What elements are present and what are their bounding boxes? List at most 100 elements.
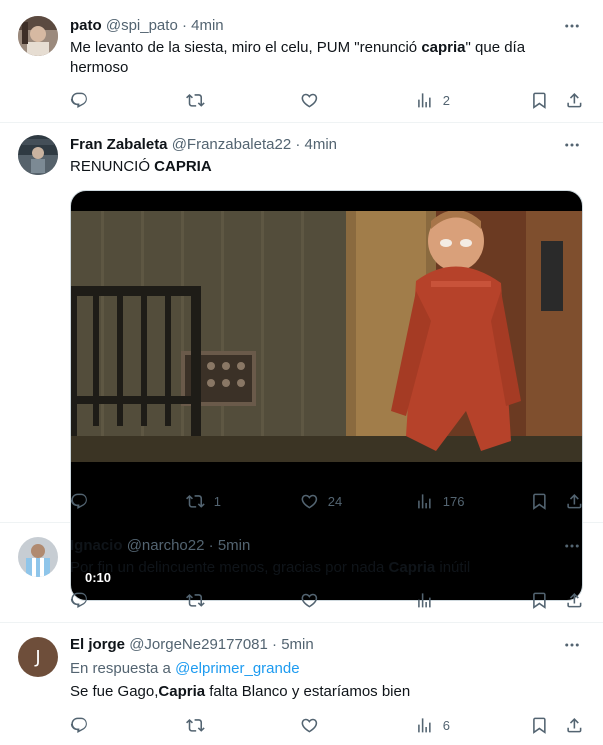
bookmark-icon xyxy=(533,92,546,109)
heart-icon xyxy=(301,93,318,108)
retweet-icon xyxy=(186,718,205,732)
tweet-text: Por fin un delincuente menos, gracias po… xyxy=(70,558,575,578)
tweet[interactable]: pato @spi_pato · 4min Me levanto de la s… xyxy=(0,0,603,123)
display-name[interactable]: Fran Zabaleta xyxy=(70,136,168,153)
reply-icon xyxy=(70,493,87,509)
share-button[interactable] xyxy=(565,715,584,735)
tweet[interactable]: Fran Zabaleta @Franzabaleta22 · 4min REN… xyxy=(0,123,603,601)
bookmark-button[interactable] xyxy=(530,90,549,110)
reply-icon xyxy=(70,92,87,108)
tweet-text: Se fue Gago,Capria falta Blanco y estarí… xyxy=(70,682,575,702)
retweet-button[interactable] xyxy=(186,715,205,735)
avatar[interactable] xyxy=(18,16,58,56)
timestamp[interactable]: 5min xyxy=(281,636,314,653)
views-count: 176 xyxy=(442,493,465,509)
reply-button[interactable] xyxy=(70,491,98,511)
bookmark-button[interactable] xyxy=(530,715,549,735)
share-icon xyxy=(567,717,582,733)
retweet-button[interactable]: 1 xyxy=(186,491,221,511)
share-icon xyxy=(567,592,582,608)
user-handle[interactable]: @Franzabaleta22 xyxy=(172,136,291,153)
timeline: pato @spi_pato · 4min Me levanto de la s… xyxy=(0,0,603,745)
text-segment: falta Blanco y estaríamos bien xyxy=(205,683,411,700)
reply-button[interactable] xyxy=(70,590,89,610)
user-handle[interactable]: @spi_pato xyxy=(106,17,178,34)
share-button[interactable] xyxy=(565,491,584,511)
text-segment: RENUNCIÓ xyxy=(70,158,155,175)
views-count: 2 xyxy=(442,92,450,108)
views-button[interactable]: 6 xyxy=(415,715,450,735)
share-button[interactable] xyxy=(565,590,584,610)
user-handle[interactable]: @JorgeNe29177081 xyxy=(129,636,268,653)
bookmark-button[interactable] xyxy=(530,590,549,610)
retweet-button[interactable] xyxy=(186,90,214,110)
more-options-button[interactable] xyxy=(563,636,581,654)
like-button[interactable] xyxy=(300,90,328,110)
display-name[interactable]: El jorge xyxy=(70,636,125,653)
user-handle[interactable]: @narcho22 xyxy=(127,537,205,554)
reply-icon xyxy=(70,592,87,608)
separator-dot: · xyxy=(295,136,301,153)
share-button[interactable] xyxy=(565,90,584,110)
views-button[interactable]: 2 xyxy=(415,90,450,110)
avatar[interactable]: J xyxy=(18,637,58,677)
text-segment: inútil xyxy=(435,559,471,576)
gif-scene-image xyxy=(71,211,582,462)
avatar-image xyxy=(18,537,58,577)
timestamp[interactable]: 4min xyxy=(191,17,224,34)
avatar[interactable] xyxy=(18,537,58,577)
tweet-header: El jorge @JorgeNe29177081 · 5min xyxy=(70,635,314,655)
heart-icon xyxy=(301,494,318,509)
reply-button[interactable] xyxy=(70,90,98,110)
timestamp[interactable]: 4min xyxy=(305,136,338,153)
like-button[interactable] xyxy=(300,715,319,735)
text-bold-segment: CAPRIA xyxy=(154,158,212,175)
separator-dot: · xyxy=(208,537,214,554)
tweet-header: Ignacio @narcho22 · 5min xyxy=(70,536,250,556)
reply-icon xyxy=(70,717,87,733)
reply-to-handle-link[interactable]: @elprimer_grande xyxy=(175,660,299,677)
views-bar-chart-icon xyxy=(418,592,431,608)
like-button[interactable]: 24 xyxy=(300,491,342,511)
bookmark-icon xyxy=(533,592,546,609)
action-bar: 1 24 176 xyxy=(0,491,603,511)
bookmark-button[interactable] xyxy=(530,491,549,511)
tweet-header: pato @spi_pato · 4min xyxy=(70,16,224,36)
more-options-button[interactable] xyxy=(563,136,581,154)
retweet-icon xyxy=(186,494,205,508)
more-options-button[interactable] xyxy=(563,537,581,555)
action-bar: 2 xyxy=(0,90,603,110)
display-name[interactable]: pato xyxy=(70,17,102,34)
text-bold-segment: capria xyxy=(421,39,466,56)
text-bold-segment: Capria xyxy=(158,683,206,700)
separator-dot: · xyxy=(272,636,278,653)
views-button[interactable] xyxy=(415,590,434,610)
share-icon xyxy=(567,92,582,108)
views-bar-chart-icon xyxy=(418,92,431,108)
action-bar xyxy=(0,590,603,610)
bookmark-icon xyxy=(533,493,546,510)
views-bar-chart-icon xyxy=(418,493,431,509)
timestamp[interactable]: 5min xyxy=(218,537,251,554)
like-button[interactable] xyxy=(300,590,319,610)
action-bar: 6 xyxy=(0,715,603,735)
text-segment: Me levanto de la siesta, miro el celu, P… xyxy=(70,39,422,56)
tweet[interactable]: J El jorge @JorgeNe29177081 · 5min En re… xyxy=(0,623,603,745)
share-icon xyxy=(567,493,582,509)
reply-to-label: En respuesta a xyxy=(70,660,176,677)
retweet-icon xyxy=(186,593,205,607)
views-button[interactable]: 176 xyxy=(415,491,464,511)
more-dots-icon xyxy=(565,24,579,28)
display-name[interactable]: Ignacio xyxy=(70,537,123,554)
bookmark-icon xyxy=(533,717,546,734)
reply-button[interactable] xyxy=(70,715,89,735)
views-count: 6 xyxy=(442,717,450,733)
separator-dot: · xyxy=(181,17,187,34)
more-options-button[interactable] xyxy=(563,17,581,35)
more-dots-icon xyxy=(565,143,579,147)
retweet-button[interactable] xyxy=(186,590,205,610)
text-segment: Se fue Gago, xyxy=(70,683,159,700)
tweet-text: Me levanto de la siesta, miro el celu, P… xyxy=(70,38,575,78)
avatar[interactable] xyxy=(18,135,58,175)
tweet[interactable]: Ignacio @narcho22 · 5min Por fin un deli… xyxy=(0,523,603,623)
